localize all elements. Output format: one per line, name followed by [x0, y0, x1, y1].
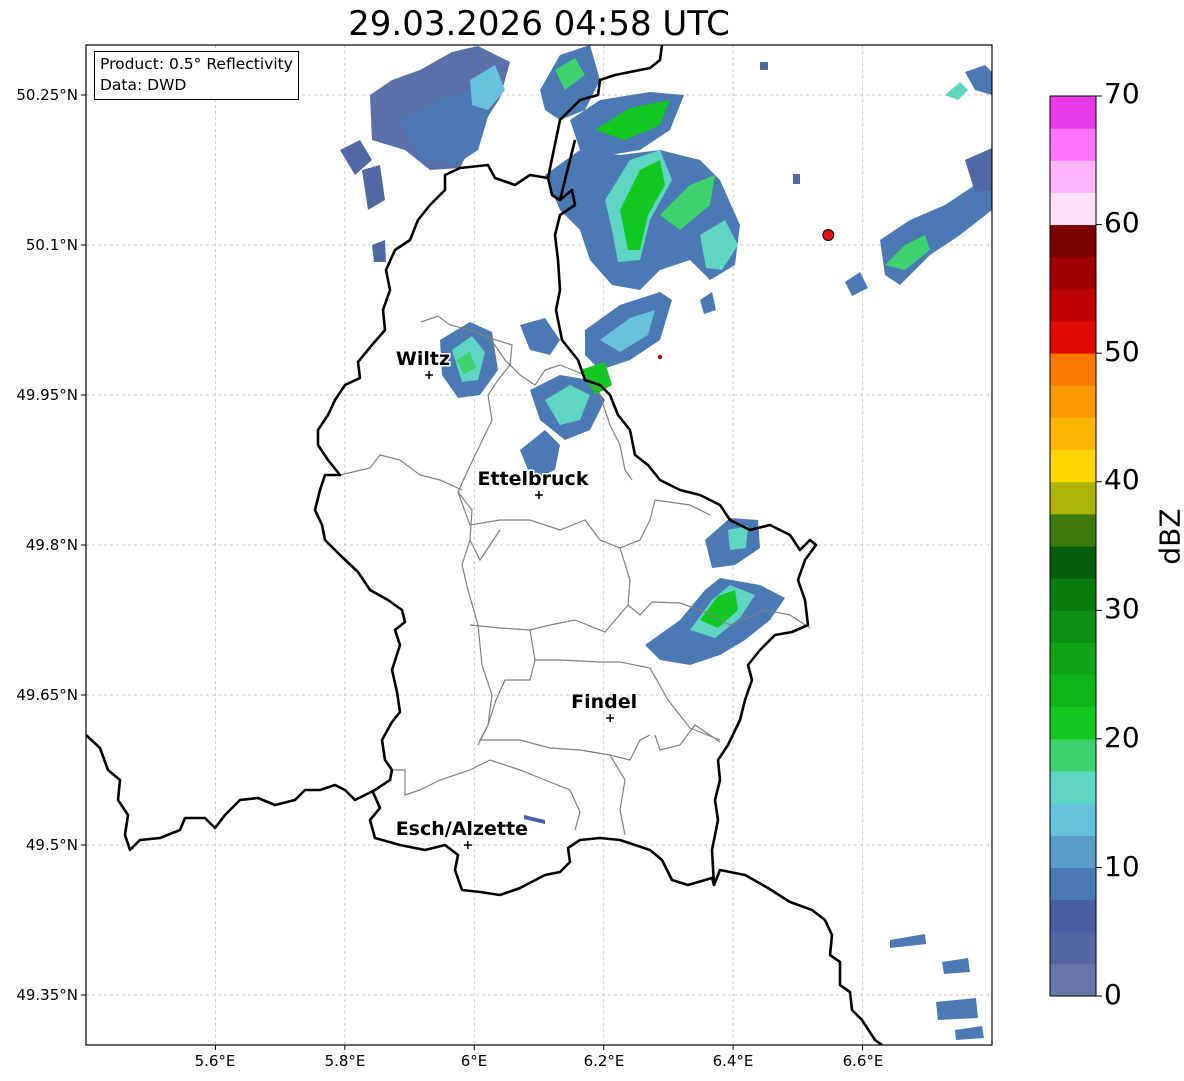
lat-label: 50.1°N: [25, 236, 78, 254]
radar-site-marker: [822, 229, 835, 241]
colorbar-segment: [1050, 353, 1096, 386]
colorbar-segment: [1050, 931, 1096, 965]
colorbar-segment: [1050, 867, 1096, 901]
lon-label: 5.8°E: [324, 1052, 366, 1070]
axis-ticks: [81, 94, 864, 1050]
lon-label: 5.6°E: [194, 1052, 236, 1070]
colorbar-segment: [1050, 481, 1096, 515]
reflectivity-echoes: [340, 45, 992, 1040]
lat-label: 49.35°N: [16, 986, 78, 1004]
colorbar-segment: [1050, 288, 1096, 322]
colorbar-segment: [1050, 771, 1096, 804]
lon-label: 6.2°E: [583, 1052, 625, 1070]
lat-lon-grid: [86, 45, 992, 1045]
colorbar-segment: [1050, 610, 1096, 643]
colorbar-segment: [1050, 706, 1096, 740]
colorbar-segment: [1050, 674, 1096, 708]
lon-label: 6.4°E: [712, 1052, 754, 1070]
colorbar-tick: 50: [1104, 335, 1140, 368]
lat-label: 49.95°N: [16, 386, 78, 404]
colorbar-segment: [1050, 96, 1096, 129]
colorbar-segment: [1050, 449, 1096, 483]
colorbar-segment: [1050, 963, 1096, 997]
lon-label: 6.6°E: [842, 1052, 884, 1070]
lat-label: 49.8°N: [25, 536, 78, 554]
city-label: Wiltz: [396, 348, 450, 370]
colorbar-tick: 70: [1104, 77, 1140, 110]
colorbar-segment: [1050, 642, 1096, 676]
city-label: Findel: [571, 691, 637, 713]
product-label: Product: 0.5° Reflectivity: [100, 55, 293, 73]
small-echo-dot: [657, 354, 663, 360]
colorbar-segment: [1050, 321, 1096, 354]
product-info-box: Product: 0.5° Reflectivity Data: DWD: [94, 51, 299, 100]
colorbar-tick: 30: [1104, 592, 1140, 625]
colorbar-tick: 40: [1104, 463, 1140, 496]
colorbar-segment: [1050, 738, 1096, 772]
colorbar-segment: [1050, 899, 1096, 933]
colorbar-segment: [1050, 160, 1096, 193]
map-canvas: Wiltz Ettelbruck Findel Esch/Alzette: [81, 44, 1102, 1050]
colorbar-tick: 0: [1104, 978, 1122, 1011]
lon-label: 6°E: [460, 1052, 488, 1070]
radar-site-dot: [822, 229, 835, 241]
colorbar: [1049, 95, 1102, 997]
colorbar-tick: 10: [1104, 850, 1140, 883]
lat-label: 50.25°N: [16, 86, 78, 104]
colorbar-label: dBZ: [1153, 508, 1184, 565]
colorbar-segment: [1050, 578, 1096, 611]
city-label: Ettelbruck: [478, 468, 589, 490]
colorbar-tick: 60: [1104, 206, 1140, 239]
colorbar-segment: [1050, 835, 1096, 868]
colorbar-segment: [1050, 128, 1096, 161]
lat-label: 49.5°N: [25, 836, 78, 854]
city-markers: Wiltz Ettelbruck Findel Esch/Alzette: [394, 347, 639, 849]
radar-figure: 29.03.2026 04:58 UTC Wiltz Ettelbruck Fi…: [0, 0, 1184, 1081]
colorbar-segment: [1050, 513, 1096, 547]
colorbar-segment: [1050, 803, 1096, 836]
colorbar-segment: [1050, 224, 1096, 258]
colorbar-segment: [1050, 385, 1096, 418]
colorbar-segment: [1050, 192, 1096, 226]
colorbar-segment: [1050, 417, 1096, 451]
lat-label: 49.65°N: [16, 686, 78, 704]
colorbar-tick: 20: [1104, 721, 1140, 754]
colorbar-segment: [1050, 546, 1096, 579]
data-source-label: Data: DWD: [100, 76, 187, 94]
city-label: Esch/Alzette: [396, 818, 528, 840]
colorbar-segment: [1050, 256, 1096, 290]
